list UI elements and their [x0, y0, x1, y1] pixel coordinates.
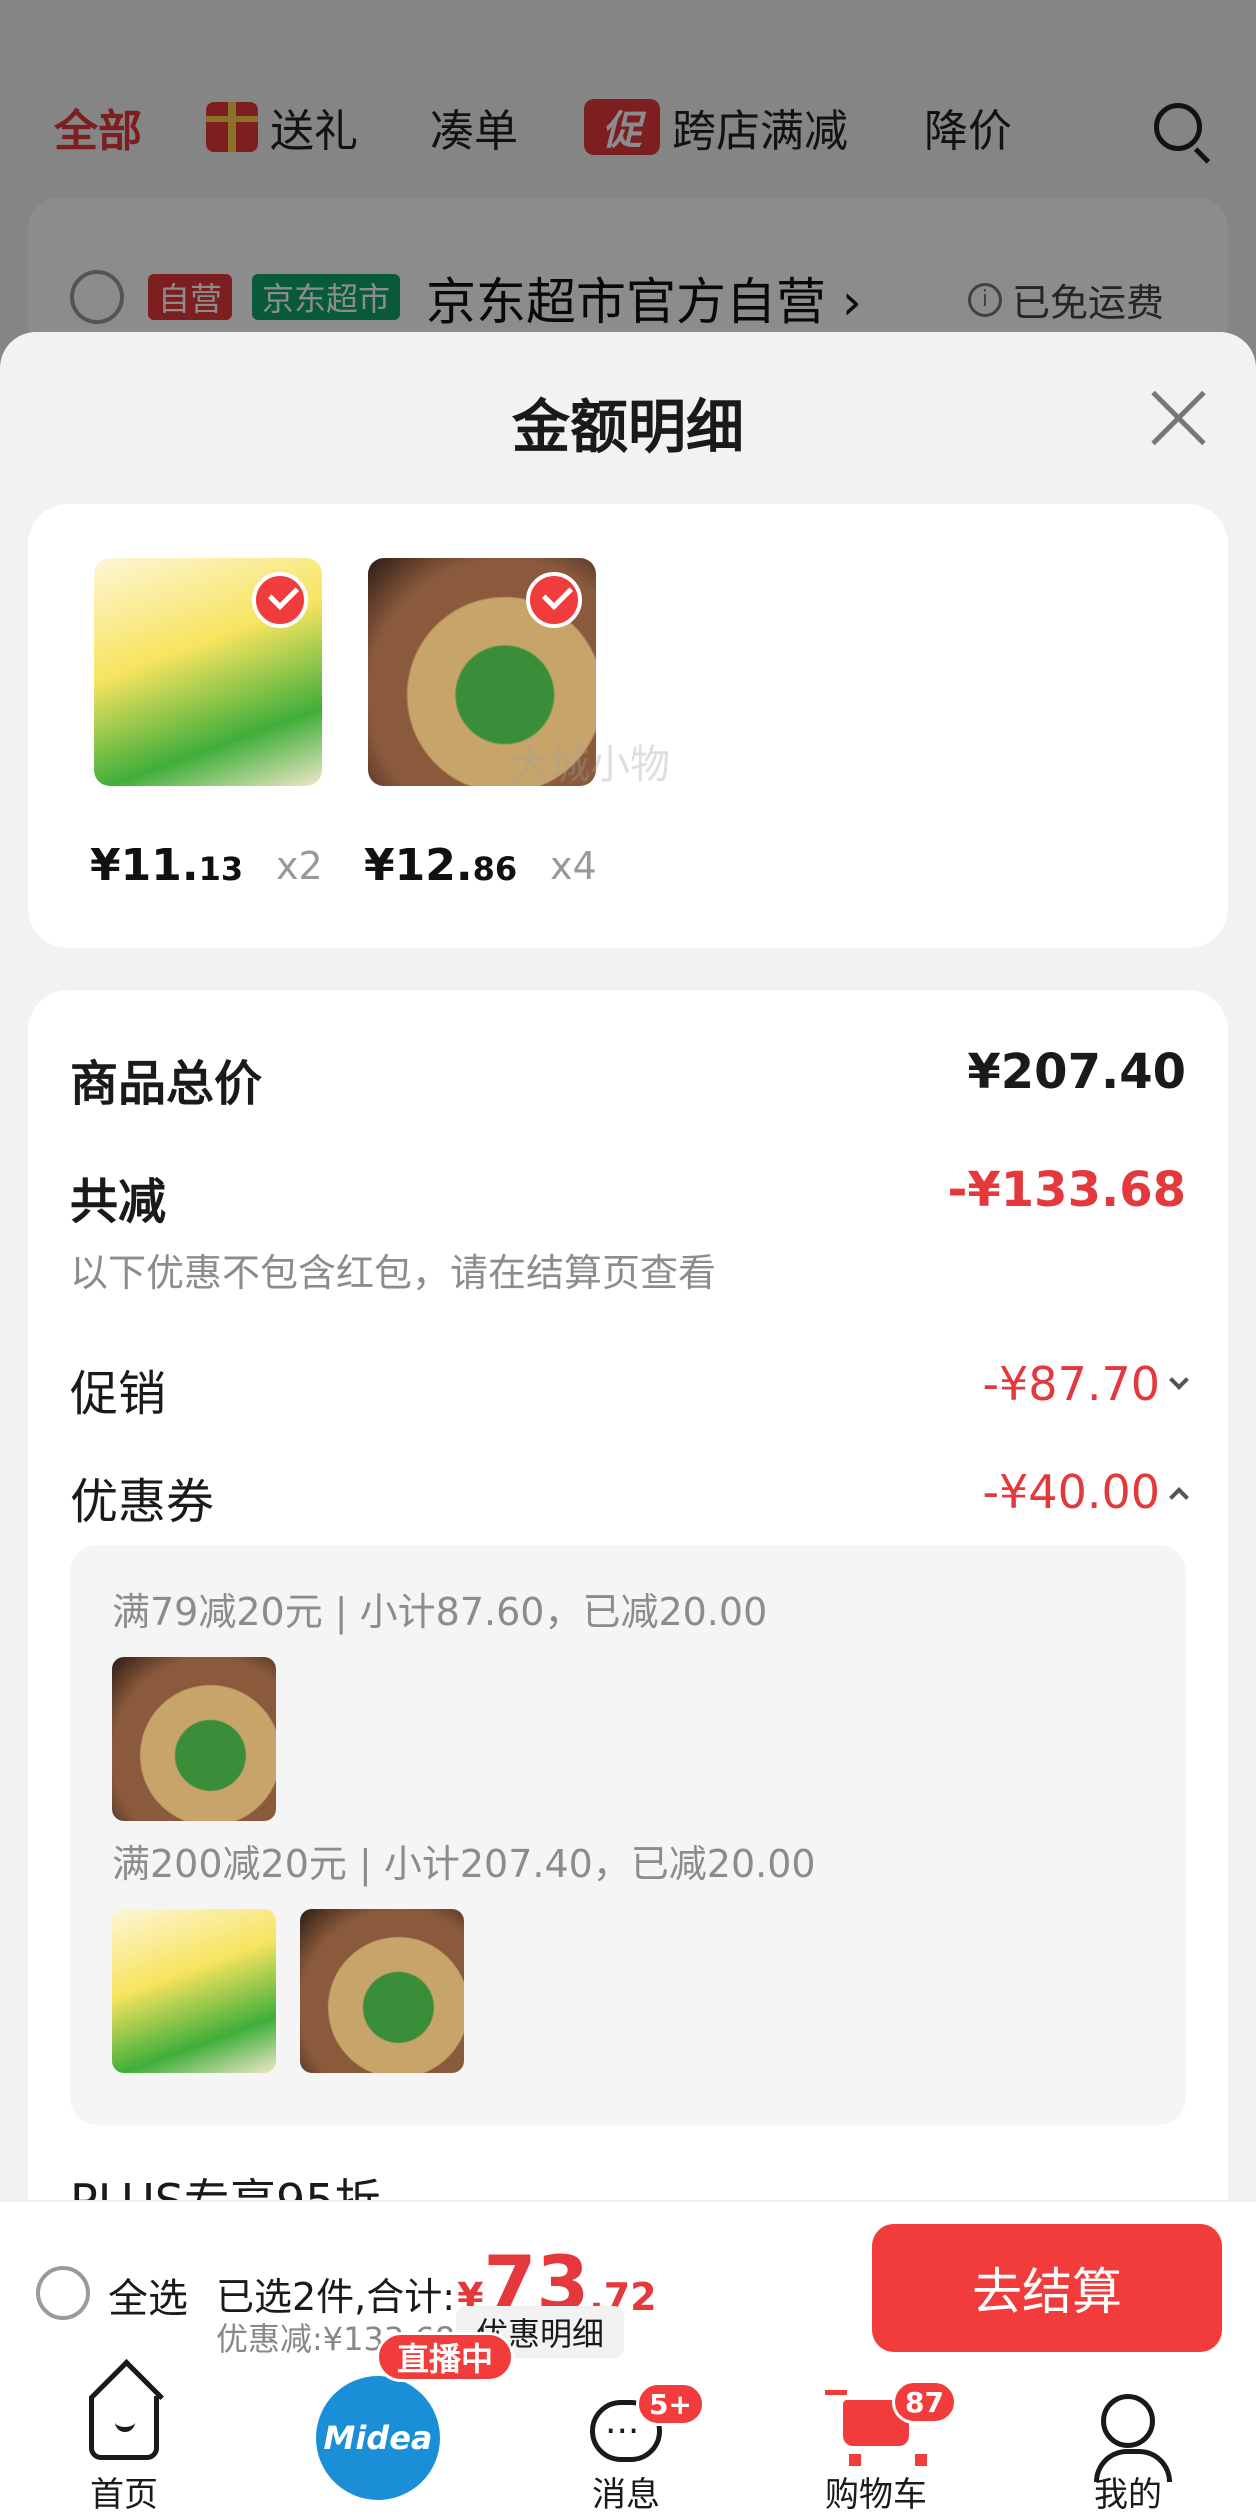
checkout-button[interactable]: 去结算: [872, 2224, 1222, 2352]
cart-summary-bar: 全选 已选2件,合计: ¥ 73 .72 优惠减:¥133.68 优惠明细 去结…: [0, 2200, 1256, 2372]
coupon-rule: 满200减20元 | 小计207.40，已减20.00: [112, 1842, 816, 1886]
midea-live-button[interactable]: Midea: [316, 2376, 440, 2500]
coupon-row-toggle[interactable]: -¥40.00: [982, 1464, 1189, 1520]
coupon-product-thumbnail: [300, 1909, 464, 2073]
product-price: ¥11.13: [90, 840, 244, 891]
product-price: ¥12.86: [364, 840, 518, 891]
checked-icon: [526, 572, 582, 628]
selected-products-card: ¥11.13 x2 ¥12.86 x4: [28, 504, 1228, 948]
product-thumbnail-corn[interactable]: [94, 558, 322, 786]
product-quantity: x4: [550, 844, 597, 888]
messages-badge: 5+: [636, 2382, 705, 2426]
coupon-rule: 满79减20元 | 小计87.60，已减20.00: [112, 1590, 768, 1634]
sheet-title: 金额明细: [511, 393, 744, 461]
reduction-note: 以下优惠不包含红包，请在结算页查看: [70, 1251, 717, 1295]
tab-home[interactable]: 首页: [24, 2372, 224, 2516]
promotion-row-toggle[interactable]: -¥87.70: [982, 1356, 1189, 1412]
close-icon[interactable]: [1146, 386, 1210, 450]
product-quantity: x2: [276, 844, 323, 888]
coupon-product-thumbnail: [112, 1909, 276, 2073]
home-icon: [89, 2396, 159, 2460]
total-reduction-label: 共减: [70, 1174, 167, 1230]
chevron-up-icon: [1169, 1487, 1189, 1507]
tab-me[interactable]: 我的: [1028, 2372, 1228, 2516]
checked-icon: [252, 572, 308, 628]
total-price-value: ¥207.40: [967, 1044, 1186, 1100]
chevron-down-icon: [1169, 1370, 1189, 1390]
select-all-radio[interactable]: [36, 2266, 90, 2320]
live-badge: 直播中: [376, 2332, 515, 2382]
profile-icon: [1094, 2394, 1172, 2482]
price-breakdown-card: 商品总价 ¥207.40 共减 -¥133.68 以下优惠不包含红包，请在结算页…: [28, 990, 1228, 2212]
total-reduction-value: -¥133.68: [947, 1162, 1186, 1218]
coupon-product-thumbnail: [112, 1657, 276, 1821]
watermark: 大城小物: [510, 742, 670, 788]
background-page: 全部 送礼 凑单 促跨店满减 降价 自营 京东超市 京东超市官方自营 › i 已免…: [0, 0, 1256, 360]
cart-badge: 87: [892, 2380, 957, 2424]
bottom-tab-bar: 首页 消息 购物车 我的: [0, 2372, 1256, 2516]
coupon-label: 优惠券: [70, 1474, 215, 1530]
overlay-dim[interactable]: [0, 0, 1256, 360]
amount-detail-sheet: 金额明细 ¥11.13 x2 ¥12.86 x4 商品总价 ¥207.40 共减…: [0, 332, 1256, 2212]
total-price-label: 商品总价: [70, 1056, 263, 1112]
select-all-label[interactable]: 全选: [108, 2266, 188, 2324]
coupon-detail-box: 满79减20元 | 小计87.60，已减20.00 满200减20元 | 小计2…: [70, 1545, 1186, 2125]
promotion-label: 促销: [70, 1366, 167, 1422]
